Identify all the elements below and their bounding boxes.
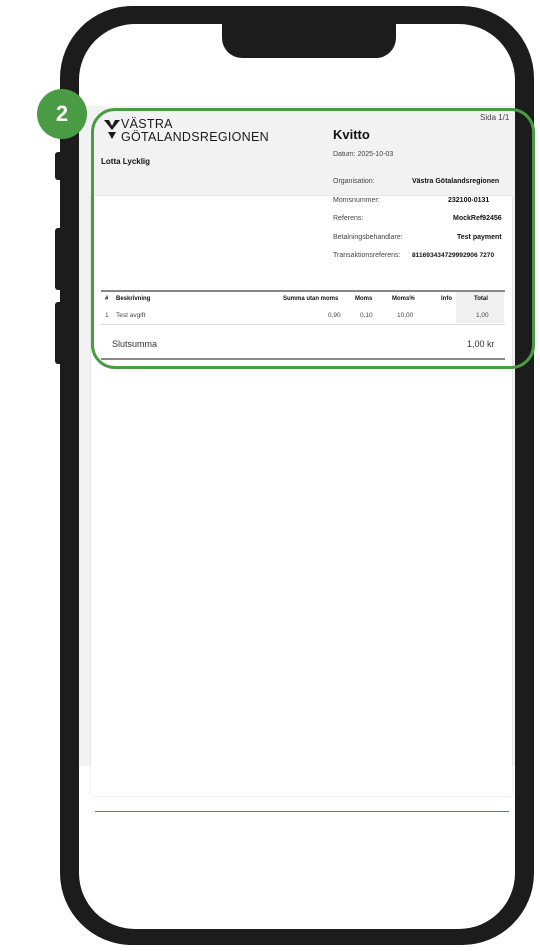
detail-label: Referens: xyxy=(333,215,364,222)
table-top-rule xyxy=(101,290,505,292)
vgr-logo-text: VÄSTRA GÖTALANDSREGIONEN xyxy=(121,118,269,144)
logo-line2: GÖTALANDSREGIONEN xyxy=(121,130,269,144)
phone-notch xyxy=(222,24,396,58)
volume-up-button xyxy=(55,228,61,290)
divider-line xyxy=(95,811,509,812)
detail-value: Västra Götalandsregionen xyxy=(412,178,500,185)
row-amount-excl-vat: 0,90 xyxy=(328,312,341,319)
page-number: Sida 1/1 xyxy=(480,113,510,122)
volume-down-button xyxy=(55,302,61,364)
detail-label: Momsnummer: xyxy=(333,197,380,204)
row-vat: 0,10 xyxy=(360,312,373,319)
receipt-date: Datum: 2025-10-03 xyxy=(333,151,394,158)
mute-switch xyxy=(55,152,61,180)
col-header-vat-percent: Moms% xyxy=(392,296,415,302)
vgr-logo-icon xyxy=(104,120,120,139)
total-label: Slutsumma xyxy=(112,339,158,349)
col-header-vat: Moms xyxy=(355,296,373,302)
row-separator xyxy=(101,324,505,325)
receipt-title: Kvitto xyxy=(333,127,370,142)
phone-frame xyxy=(60,6,534,945)
total-value: 1,00 kr xyxy=(467,339,495,349)
document-viewer[interactable] xyxy=(79,106,515,796)
col-header-info: Info xyxy=(441,296,452,302)
receipt-page xyxy=(91,196,512,796)
detail-value: 232100-0131 xyxy=(448,197,490,204)
step-badge: 2 xyxy=(37,89,87,139)
row-total: 1,00 xyxy=(476,312,489,319)
row-description: Test avgift xyxy=(116,312,146,319)
detail-label: Organisation: xyxy=(333,178,375,185)
detail-value: MockRef92456 xyxy=(453,215,502,222)
customer-name: Lotta Lycklig xyxy=(101,157,151,166)
col-header-amount-excl-vat: Summa utan moms xyxy=(283,296,339,302)
col-header-description: Beskrivning xyxy=(116,296,151,302)
detail-label: Betalningsbehandlare: xyxy=(333,234,403,241)
detail-value: Test payment xyxy=(457,234,502,241)
col-header-index: # xyxy=(105,296,109,302)
detail-label: Transaktionsreferens: xyxy=(333,252,401,259)
total-bottom-rule xyxy=(101,358,505,360)
row-index: 1 xyxy=(105,312,109,319)
col-header-total: Total xyxy=(474,296,488,302)
detail-value: 811693434729992906 7270 xyxy=(412,252,495,259)
row-vat-percent: 10,00 xyxy=(397,312,414,319)
